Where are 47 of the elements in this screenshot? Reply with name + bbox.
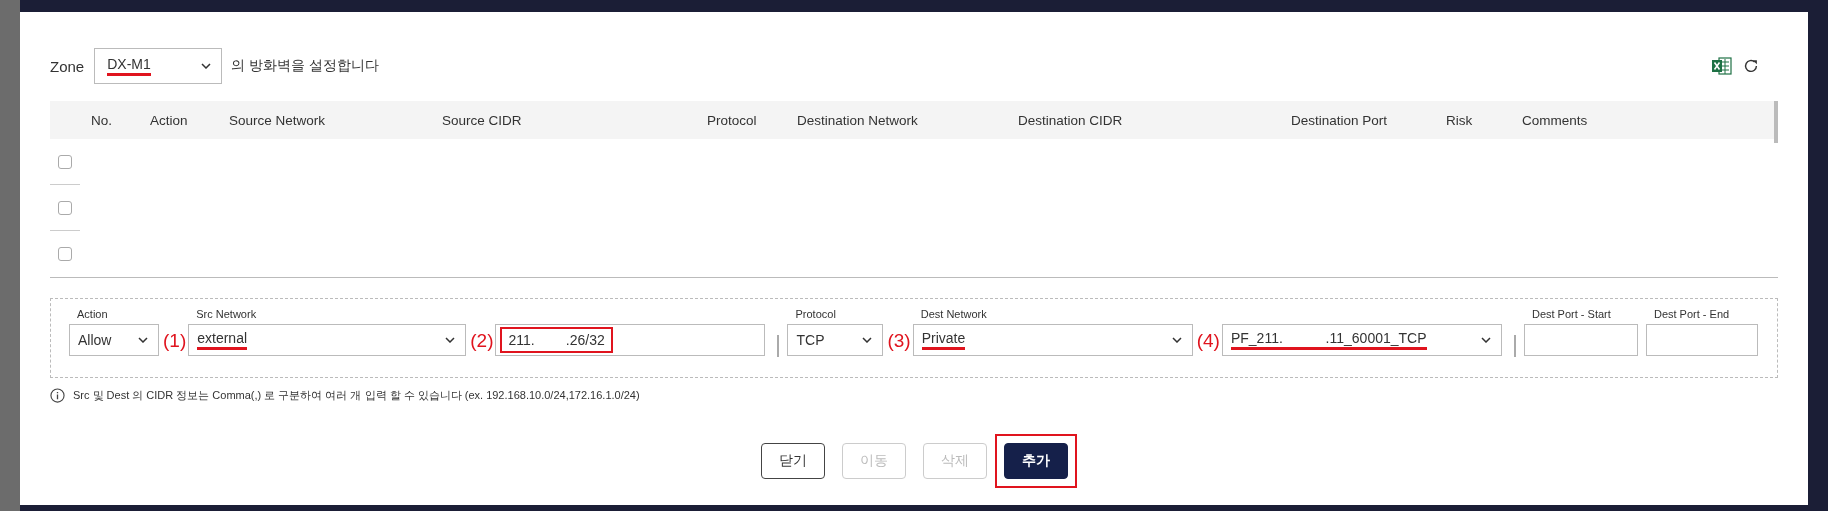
select-field[interactable]: PF_211. .11_60001_TCP xyxy=(1221,324,1502,356)
column-header: Protocol xyxy=(707,112,758,128)
info-text: Src 및 Dest 의 CIDR 정보는 Comma(,) 로 구분하여 여러 개 입력 할 수 있습니다 (ex. 192.168.10.0/24,172.16.1.0/24) xyxy=(73,388,640,403)
select-field[interactable]: Allow xyxy=(69,324,159,356)
select-field[interactable]: Private xyxy=(912,324,1193,356)
field-label: Action xyxy=(76,307,109,322)
chevron-icon xyxy=(445,337,456,343)
spreadsheet-icon[interactable] xyxy=(1712,57,1732,75)
refresh-icon[interactable] xyxy=(1742,57,1760,75)
row-checkbox[interactable] xyxy=(58,154,72,169)
zone-description: 의 방화벽을 설정합니다 xyxy=(231,57,379,75)
input-field[interactable]: 211. .26/32 xyxy=(495,324,766,356)
scrollbar[interactable] xyxy=(1774,101,1778,143)
field-label: Protocol xyxy=(794,307,837,322)
annotation-number: (4) xyxy=(1196,330,1220,352)
row-checkbox[interactable] xyxy=(58,200,72,215)
field-label: Dest Network xyxy=(919,307,988,322)
field-label: Dest Port - Start xyxy=(1530,307,1612,322)
zone-label: Zone xyxy=(50,57,85,75)
input-field[interactable] xyxy=(1523,324,1638,356)
column-header: Action xyxy=(150,112,189,128)
info-icon xyxy=(50,388,65,403)
column-header: Source Network xyxy=(229,112,327,128)
chevron-icon xyxy=(862,337,873,343)
annotation-number: (3) xyxy=(887,330,911,352)
input-field[interactable] xyxy=(1645,324,1758,356)
row-checkbox[interactable] xyxy=(58,247,72,261)
select-field[interactable]: external xyxy=(188,324,467,356)
column-header: Source CIDR xyxy=(442,112,523,128)
chevron-icon xyxy=(1480,337,1491,343)
column-header: Risk xyxy=(1446,112,1474,128)
chevron-icon xyxy=(1171,337,1182,343)
annotation-number: (2) xyxy=(470,330,494,352)
zone-select[interactable]: DX-M1 xyxy=(94,48,223,84)
field-label: Dest Port - End xyxy=(1652,307,1731,322)
chevron-icon xyxy=(201,63,212,69)
dialog-button[interactable]: 닫기 xyxy=(760,443,825,479)
column-header: Destination Network xyxy=(797,112,919,128)
select-field[interactable]: TCP xyxy=(787,324,884,356)
dialog-button[interactable]: 추가 xyxy=(1003,443,1068,479)
column-header: Destination CIDR xyxy=(1018,112,1124,128)
column-header: Comments xyxy=(1522,112,1589,128)
column-header: Destination Port xyxy=(1291,112,1389,128)
chevron-icon xyxy=(138,337,148,343)
annotation-number: (1) xyxy=(163,330,187,352)
field-label: Src Network xyxy=(195,307,258,322)
column-header: No. xyxy=(91,112,113,128)
